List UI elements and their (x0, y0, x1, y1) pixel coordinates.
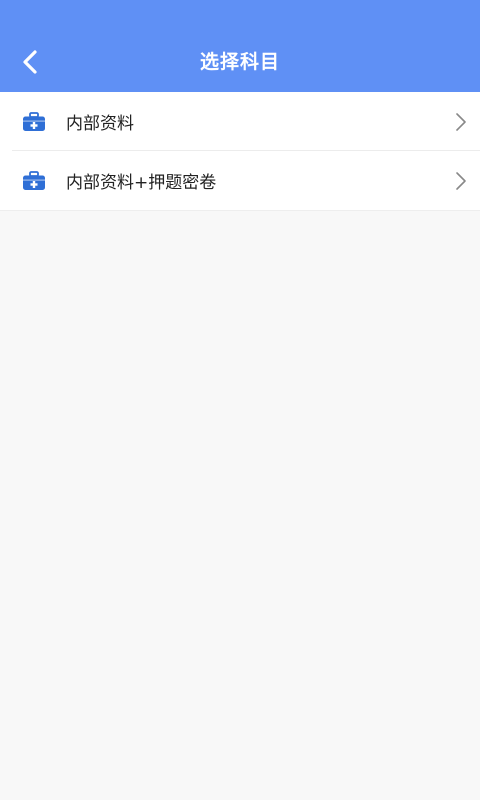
chevron-right-icon (456, 171, 466, 190)
subject-item-internal-materials[interactable]: 内部资料 (0, 92, 480, 151)
page-title: 选择科目 (199, 51, 280, 73)
chevron-right-icon (456, 112, 466, 131)
subject-item-label: 内部资料 (66, 114, 134, 134)
subject-item-internal-materials-and-mock-papers[interactable]: 内部资料+押题密卷 (0, 150, 480, 210)
medical-kit-icon (23, 170, 45, 190)
medical-kit-icon (23, 111, 45, 131)
app-header: 选择科目 (0, 0, 480, 92)
subject-item-label: 内部资料+押题密卷 (66, 173, 217, 193)
subject-list: 内部资料 内部资料+押题密卷 (0, 92, 480, 211)
